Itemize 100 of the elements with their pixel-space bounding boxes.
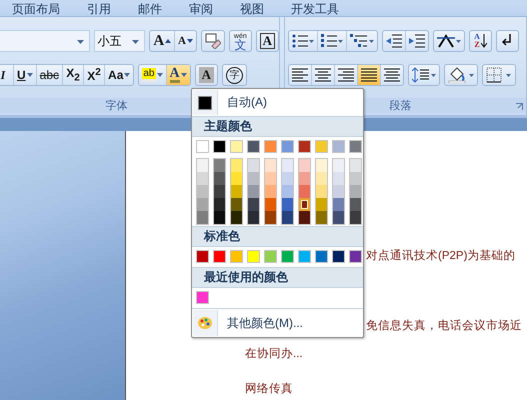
color-swatch[interactable] (247, 250, 260, 263)
highlight-button[interactable]: ab (139, 65, 166, 85)
color-swatch[interactable] (299, 198, 310, 211)
dialog-launcher-icon[interactable] (516, 103, 523, 110)
format-button[interactable]: U (14, 65, 37, 85)
color-swatch[interactable] (282, 185, 293, 198)
color-swatch[interactable] (299, 172, 310, 185)
color-swatch[interactable] (196, 291, 209, 304)
color-swatch[interactable] (214, 198, 225, 211)
color-swatch[interactable] (298, 140, 311, 153)
ribbon-tab[interactable]: 审阅 (189, 2, 213, 16)
color-swatch[interactable] (231, 198, 242, 211)
color-swatch[interactable] (197, 172, 208, 185)
color-swatch[interactable] (282, 159, 293, 172)
color-swatch[interactable] (231, 172, 242, 185)
color-swatch[interactable] (282, 211, 293, 224)
shrink-font-button[interactable]: A (174, 31, 196, 51)
color-swatch[interactable] (231, 211, 242, 224)
color-swatch[interactable] (316, 159, 327, 172)
color-swatch[interactable] (332, 250, 345, 263)
ribbon-tab[interactable]: 视图 (240, 2, 264, 16)
color-swatch[interactable] (350, 198, 361, 211)
grow-font-button[interactable]: A (150, 31, 175, 51)
color-swatch[interactable] (299, 185, 310, 198)
color-swatch[interactable] (333, 185, 344, 198)
color-swatch[interactable] (299, 211, 310, 224)
format-button[interactable]: X$_{2}$ (63, 65, 84, 85)
color-swatch[interactable] (248, 211, 259, 224)
color-swatch[interactable] (316, 185, 327, 198)
color-swatch[interactable] (316, 198, 327, 211)
align-button[interactable] (358, 65, 381, 85)
color-swatch[interactable] (230, 250, 243, 263)
format-button[interactable]: Aa (105, 65, 134, 85)
color-swatch[interactable] (316, 172, 327, 185)
color-swatch[interactable] (265, 211, 276, 224)
color-swatch[interactable] (281, 140, 294, 153)
sort-button[interactable]: A Z (470, 31, 491, 51)
color-swatch[interactable] (333, 172, 344, 185)
color-swatch[interactable] (214, 159, 225, 172)
color-swatch[interactable] (247, 140, 260, 153)
color-swatch[interactable] (230, 140, 243, 153)
color-swatch[interactable] (333, 159, 344, 172)
ribbon-tab[interactable]: 引用 (87, 2, 111, 16)
color-swatch[interactable] (265, 198, 276, 211)
color-swatch[interactable] (333, 211, 344, 224)
color-swatch[interactable] (264, 140, 277, 153)
font-size-field[interactable]: 小五 (94, 30, 146, 52)
color-swatch[interactable] (316, 211, 327, 224)
color-swatch[interactable] (197, 198, 208, 211)
format-button[interactable]: I (0, 65, 14, 85)
color-swatch[interactable] (349, 140, 362, 153)
color-swatch[interactable] (231, 185, 242, 198)
document-text: 对点通讯技术(P2P)为基础的 (366, 248, 516, 264)
color-swatch[interactable] (299, 159, 310, 172)
color-swatch[interactable] (231, 159, 242, 172)
color-swatch[interactable] (214, 211, 225, 224)
color-swatch[interactable] (214, 172, 225, 185)
color-swatch[interactable] (350, 211, 361, 224)
color-swatch[interactable] (248, 198, 259, 211)
color-swatch[interactable] (282, 172, 293, 185)
color-swatch[interactable] (265, 172, 276, 185)
color-swatch[interactable] (281, 250, 294, 263)
line-spacing-button[interactable] (409, 65, 439, 85)
color-swatch[interactable] (265, 185, 276, 198)
color-swatch[interactable] (213, 140, 226, 153)
format-button[interactable]: X$^{2}$ (84, 65, 106, 85)
color-swatch[interactable] (214, 185, 225, 198)
color-swatch[interactable] (213, 250, 226, 263)
color-swatch[interactable] (197, 211, 208, 224)
font-color-button[interactable]: A (166, 65, 190, 85)
align-button[interactable] (289, 65, 312, 85)
color-swatch[interactable] (248, 172, 259, 185)
color-swatch[interactable] (332, 140, 345, 153)
format-button[interactable]: abc (36, 65, 64, 85)
color-swatch[interactable] (197, 159, 208, 172)
ribbon-tab[interactable]: 邮件 (138, 2, 162, 16)
color-swatch[interactable] (333, 198, 344, 211)
numbering-button[interactable] (318, 31, 347, 51)
color-swatch[interactable] (265, 159, 276, 172)
color-swatch[interactable] (197, 185, 208, 198)
color-swatch[interactable] (248, 185, 259, 198)
more-colors-item[interactable]: 其他颜色(M)... (218, 314, 303, 332)
caret-icon (124, 73, 130, 77)
color-swatch[interactable] (350, 172, 361, 185)
font-name-field[interactable] (0, 30, 90, 52)
color-swatch[interactable] (264, 250, 277, 263)
color-swatch[interactable] (298, 250, 311, 263)
color-swatch[interactable] (349, 250, 362, 263)
color-swatch[interactable] (248, 159, 259, 172)
color-swatch[interactable] (282, 198, 293, 211)
align-button[interactable] (312, 65, 335, 85)
document-text: 免信息失真，电话会议市场近 (366, 318, 522, 334)
color-swatch[interactable] (196, 250, 209, 263)
color-swatch[interactable] (196, 140, 209, 153)
ribbon-tab[interactable]: 开发工具 (291, 2, 339, 16)
color-swatch[interactable] (315, 140, 328, 153)
ribbon-tab[interactable]: 页面布局 (12, 2, 60, 16)
color-swatch[interactable] (315, 250, 328, 263)
color-swatch[interactable] (350, 159, 361, 172)
color-swatch[interactable] (350, 185, 361, 198)
